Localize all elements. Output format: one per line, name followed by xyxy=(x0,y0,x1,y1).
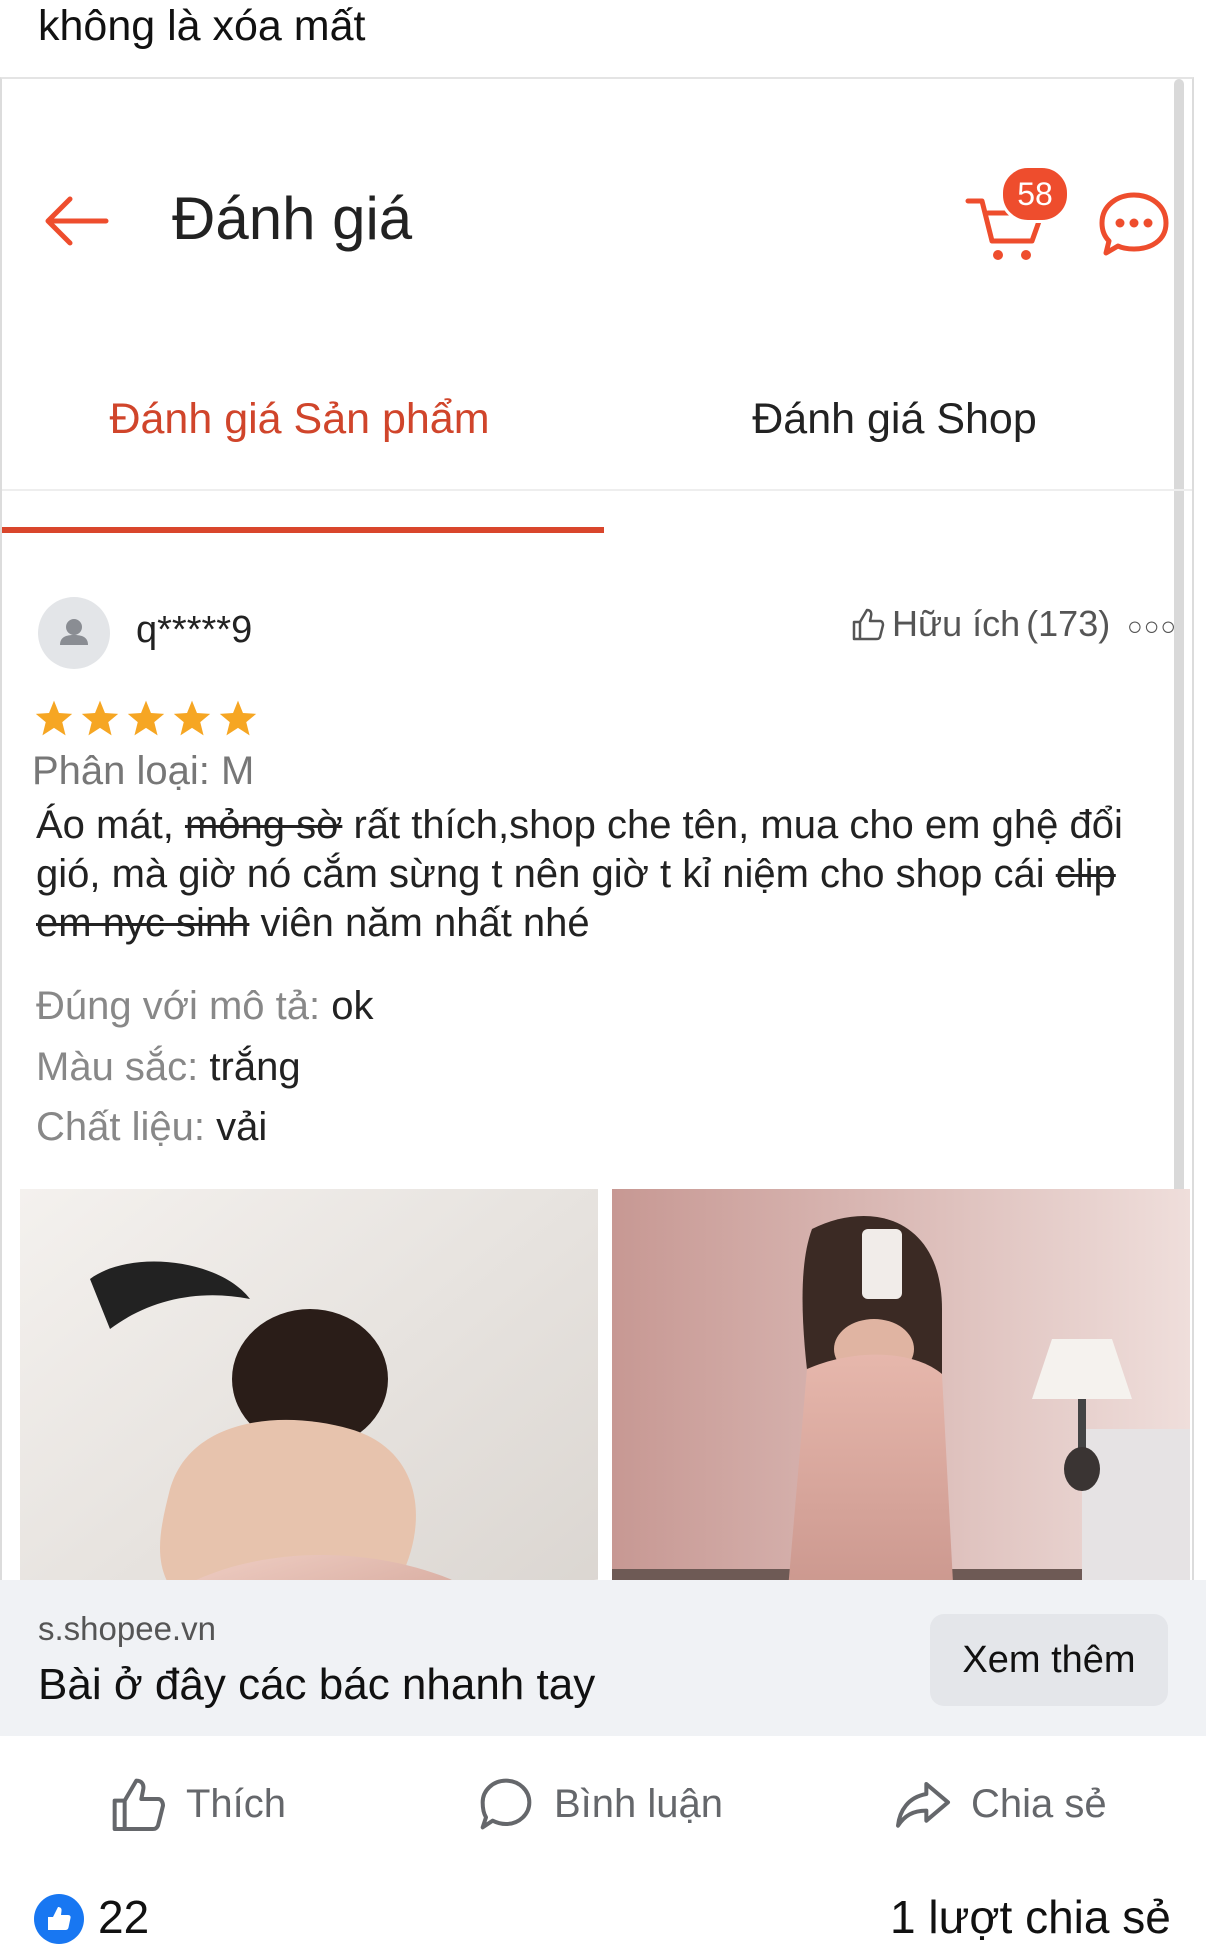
share-arrow-icon xyxy=(896,1782,950,1828)
helpful-button[interactable]: Hữu ích (173) xyxy=(850,603,1110,645)
attribute-value: trắng xyxy=(209,1045,301,1089)
post-caption: không là xóa mất xyxy=(38,2,366,50)
thumbs-up-icon xyxy=(852,608,885,641)
share-count[interactable]: 1 lượt chia sẻ xyxy=(890,1890,1171,1944)
share-button[interactable]: Chia sẻ xyxy=(893,1772,1107,1836)
star-rating xyxy=(34,699,258,737)
helpful-label: Hữu ích xyxy=(892,603,1021,644)
star-icon xyxy=(35,700,73,736)
attribute-description-match: Đúng với mô tả: ok xyxy=(36,984,373,1029)
link-domain: s.shopee.vn xyxy=(38,1610,216,1647)
star-icon xyxy=(81,700,119,736)
comment-label: Bình luận xyxy=(554,1781,724,1826)
review-comment: Áo mát, mỏng sờ rất thích,shop che tên, … xyxy=(36,801,1166,948)
like-badge-icon[interactable] xyxy=(34,1894,84,1944)
star-icon xyxy=(173,700,211,736)
like-button[interactable]: Thích xyxy=(108,1772,286,1836)
review-tabs: Đánh giá Sản phẩm Đánh giá Shop xyxy=(2,379,1192,491)
attribute-label: Màu sắc: xyxy=(36,1045,210,1089)
comment-text: viên năm nhất nhé xyxy=(249,901,590,945)
comment-button[interactable]: Bình luận xyxy=(476,1772,723,1836)
tab-product-reviews[interactable]: Đánh giá Sản phẩm xyxy=(2,379,597,489)
see-more-button[interactable]: Xem thêm xyxy=(930,1614,1168,1706)
user-avatar-icon xyxy=(60,619,88,645)
like-label: Thích xyxy=(186,1781,287,1826)
more-dots-icon[interactable]: ○○○ xyxy=(1127,611,1177,642)
share-label: Chia sẻ xyxy=(971,1781,1107,1826)
attribute-value: vải xyxy=(216,1105,268,1149)
post-actions: Thích Bình luận Chia sẻ xyxy=(0,1736,1206,1866)
thumbs-up-icon xyxy=(112,1778,165,1831)
tab-shop-reviews[interactable]: Đánh giá Shop xyxy=(597,379,1192,489)
reviewer-username: q*****9 xyxy=(136,609,253,651)
active-tab-indicator xyxy=(2,527,604,533)
post-stats: 22 1 lượt chia sẻ xyxy=(0,1866,1206,1946)
comment-bubble-icon xyxy=(480,1778,532,1830)
avatar[interactable] xyxy=(38,597,110,669)
like-count[interactable]: 22 xyxy=(98,1890,149,1944)
star-icon xyxy=(127,700,165,736)
attribute-color: Màu sắc: trắng xyxy=(36,1045,301,1090)
helpful-count: (173) xyxy=(1026,603,1111,644)
review-photo-1[interactable] xyxy=(20,1189,598,1581)
cart-count-badge: 58 xyxy=(1000,165,1070,223)
comment-strikethrough: mỏng sờ xyxy=(184,803,343,847)
chat-icon[interactable] xyxy=(1094,189,1174,259)
attribute-label: Đúng với mô tả: xyxy=(36,984,332,1028)
review-photo-2[interactable] xyxy=(612,1189,1190,1581)
thumbs-up-icon xyxy=(48,1907,71,1930)
attribute-material: Chất liệu: vải xyxy=(36,1105,267,1150)
attribute-label: Chất liệu: xyxy=(36,1105,217,1149)
star-icon xyxy=(219,700,257,736)
link-title: Bài ở đây các bác nhanh tay xyxy=(38,1660,596,1709)
comment-text: Áo mát, xyxy=(36,803,185,847)
variant-label: Phân loại: M xyxy=(32,749,255,793)
link-preview[interactable]: s.shopee.vn Bài ở đây các bác nhanh tay … xyxy=(0,1580,1206,1736)
shared-screenshot[interactable]: Đánh giá 58 Đánh giá Sản phẩm Đánh giá S… xyxy=(0,77,1194,1581)
app-header: Đánh giá 58 xyxy=(2,79,1192,339)
attribute-value: ok xyxy=(331,984,374,1028)
back-arrow-icon[interactable] xyxy=(40,191,110,251)
page-title: Đánh giá xyxy=(172,185,413,252)
